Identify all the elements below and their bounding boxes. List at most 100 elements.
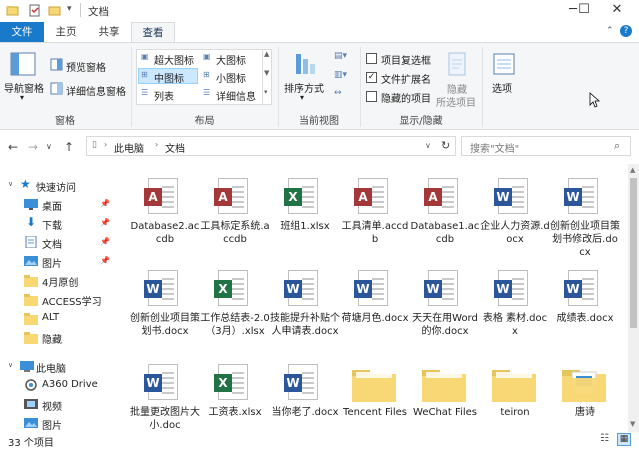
sidebar-item-pictures[interactable]: 图片 (0, 414, 122, 433)
file-item[interactable]: X 班组1.xlsx (270, 174, 340, 262)
layout-medium-icons[interactable]: 中图标 (154, 70, 184, 85)
chevron-up-icon[interactable]: ▲ (264, 50, 269, 58)
file-item[interactable]: A 工具清单.accdb (340, 174, 410, 262)
chevron-down-icon[interactable]: ▼ (264, 69, 269, 77)
layout-scroll[interactable]: ▲ ▼ ▾ (262, 50, 271, 104)
file-item[interactable]: W 荷塘月色.docx (340, 266, 410, 354)
address-field[interactable]: ▯ › 此电脑 › 文档 ∨ ↻ (86, 136, 456, 156)
file-item[interactable]: X 工作总结表-2.0 （3月）.xlsx (200, 266, 270, 354)
details-view-icon[interactable]: ☷ (600, 433, 609, 444)
recent-locations-icon[interactable]: ∨ (46, 142, 52, 151)
search-icon[interactable]: ⌕ (614, 139, 620, 153)
scrollbar-thumb[interactable] (630, 178, 637, 328)
file-item[interactable]: X 工资表.xlsx (200, 360, 270, 432)
pin-icon[interactable]: 📌 (100, 199, 110, 208)
search-box[interactable]: 搜索"文档" ⌕ (461, 136, 631, 156)
file-name: 工具标定系统.accdb (200, 221, 270, 245)
new-folder-icon[interactable] (48, 4, 61, 17)
breadcrumb-chevron-icon[interactable]: › (104, 140, 107, 149)
vertical-scrollbar[interactable]: ▲ ▼ (628, 164, 639, 432)
properties-icon[interactable] (28, 4, 41, 17)
sidebar-item-videos[interactable]: 视频 (0, 395, 122, 414)
details-icon: ☰ (203, 88, 211, 97)
scroll-down-icon[interactable]: ▼ (630, 420, 635, 428)
preview-pane-button[interactable]: 预览窗格 (66, 59, 106, 74)
pin-icon[interactable]: 📌 (100, 237, 110, 246)
access-file-icon: A (424, 178, 458, 214)
file-item[interactable]: A Database2.accdb (130, 174, 200, 262)
refresh-icon[interactable]: ↻ (441, 139, 450, 152)
word-file-icon: W (564, 178, 598, 214)
tab-view[interactable]: 查看 (131, 22, 175, 42)
maximize-button[interactable]: ☐ (573, 0, 595, 22)
search-input[interactable]: 搜索"文档" (470, 140, 519, 155)
file-item[interactable]: W 企业人力资源.docx (480, 174, 550, 262)
chevron-down-icon[interactable]: ∨ (425, 141, 431, 150)
file-item[interactable]: teiron (480, 360, 550, 432)
file-item[interactable]: W 表格 素材.docx (480, 266, 550, 354)
back-arrow-icon[interactable]: ← (8, 140, 18, 154)
chevron-down-icon[interactable]: ▾ (300, 93, 304, 102)
sidebar-item-pictures[interactable]: 图片 📌 (0, 252, 122, 271)
file-item[interactable]: W 创新创业项目策划书修改后.docx (550, 174, 620, 262)
file-item[interactable]: W 当你老了.docx (270, 360, 340, 432)
collapse-ribbon-icon[interactable]: ⌃ (606, 26, 614, 36)
folder-icon (24, 275, 38, 287)
sidebar-item-quick-access[interactable]: ∨ ★ 快速访问 (0, 176, 122, 195)
large-icons-view-icon[interactable]: ▦ (617, 433, 631, 446)
file-item[interactable]: W 成绩表.docx (550, 266, 620, 354)
add-columns-icon[interactable]: ▥▾ (334, 70, 347, 80)
file-item[interactable]: W 天天在用Word的你.docx (410, 266, 480, 354)
file-item[interactable]: W 批量更改图片大小.doc (130, 360, 200, 432)
sidebar-item-documents[interactable]: 文档 📌 (0, 233, 122, 252)
file-item[interactable]: W 技能提升补贴个人申请表.docx (270, 266, 340, 354)
sidebar-item-folder[interactable]: 4月原创 (0, 271, 122, 290)
file-item[interactable]: A 工具标定系统.accdb (200, 174, 270, 262)
size-columns-icon[interactable]: ↔ (334, 88, 342, 98)
sidebar-item-folder[interactable]: 隐藏 (0, 328, 122, 347)
file-item[interactable]: 唐诗 (550, 360, 620, 432)
sidebar-item-a360-drive[interactable]: A360 Drive (0, 376, 122, 395)
tab-home[interactable]: 主页 (46, 22, 86, 42)
item-checkboxes-checkbox[interactable] (366, 53, 377, 64)
breadcrumb-documents[interactable]: 文档 (165, 140, 185, 155)
sidebar-item-label: 4月原创 (42, 278, 79, 289)
file-name: 天天在用Word的你.docx (412, 313, 478, 337)
hidden-items-checkbox[interactable] (366, 91, 377, 102)
sidebar-item-this-pc[interactable]: ∨ 此电脑 (0, 357, 122, 376)
sidebar-item-folder[interactable]: ALT (0, 309, 122, 328)
layout-details[interactable]: 详细信息 (216, 88, 256, 103)
file-item[interactable]: W 创新创业项目策划书.docx (130, 266, 200, 354)
group-by-icon[interactable]: ▤▾ (334, 51, 347, 61)
forward-arrow-icon[interactable]: → (28, 140, 38, 154)
pin-icon[interactable]: 📌 (100, 256, 110, 265)
file-item[interactable]: WeChat Files (410, 360, 480, 432)
pin-icon[interactable]: 📌 (100, 218, 110, 227)
details-pane-button[interactable]: 详细信息窗格 (66, 83, 126, 98)
layout-large-icons[interactable]: 大图标 (216, 52, 246, 67)
close-button[interactable]: ✕ (595, 0, 639, 22)
layout-extra-large-icons[interactable]: 超大图标 (154, 52, 194, 67)
excel-file-icon: X (214, 270, 248, 306)
sidebar-item-desktop[interactable]: 桌面 📌 (0, 195, 122, 214)
sidebar-item-downloads[interactable]: ⬇ 下载 📌 (0, 214, 122, 233)
more-icon[interactable]: ▾ (264, 88, 268, 96)
layout-list[interactable]: 列表 (154, 88, 174, 103)
tab-file[interactable]: 文件 (0, 22, 44, 42)
sidebar-item-folder[interactable]: ACCESS学习 (0, 290, 122, 309)
help-icon[interactable]: ? (620, 25, 632, 37)
chevron-down-icon[interactable]: ▾ (20, 93, 24, 102)
options-button[interactable]: 选项 (492, 80, 512, 95)
breadcrumb-chevron-icon[interactable]: › (155, 140, 158, 149)
up-arrow-icon[interactable]: ↑ (64, 140, 74, 154)
breadcrumb-this-pc[interactable]: 此电脑 (114, 140, 144, 155)
layout-small-icons[interactable]: 小图标 (216, 70, 246, 85)
customize-toolbar-icon[interactable]: ▾ (67, 4, 72, 14)
file-item[interactable]: A Database1.accdb (410, 174, 480, 262)
scroll-up-icon[interactable]: ▲ (630, 166, 635, 174)
file-extensions-checkbox[interactable]: ✓ (366, 72, 377, 83)
tab-share[interactable]: 共享 (88, 22, 130, 42)
chevron-down-icon[interactable]: ∨ (8, 180, 13, 188)
chevron-down-icon[interactable]: ∨ (8, 361, 13, 369)
file-item[interactable]: Tencent Files (340, 360, 410, 432)
